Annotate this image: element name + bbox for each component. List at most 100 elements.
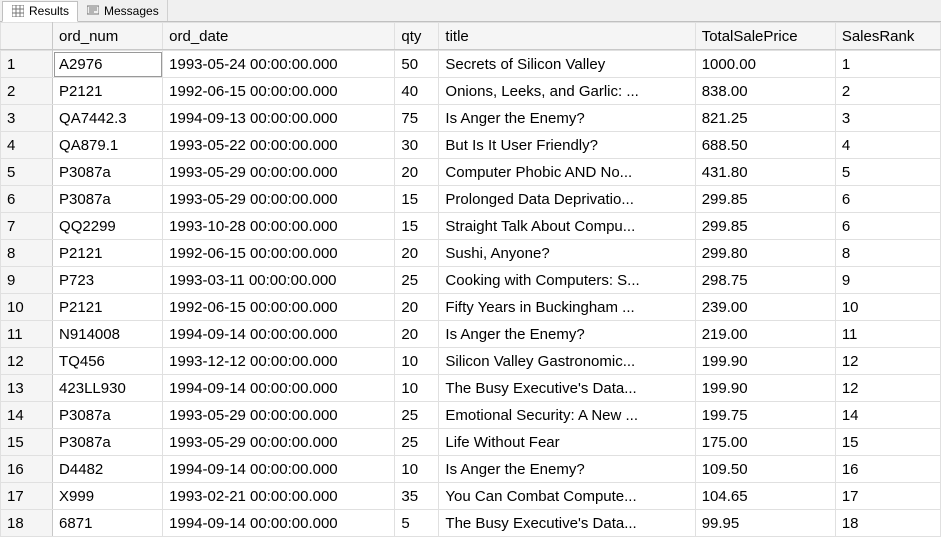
cell-SalesRank[interactable]: 9 [835,267,940,294]
cell-title[interactable]: Is Anger the Enemy? [439,105,695,132]
cell-title[interactable]: Prolonged Data Deprivatio... [439,186,695,213]
cell-qty[interactable]: 20 [395,159,439,186]
cell-TotalSalePrice[interactable]: 219.00 [695,321,835,348]
cell-TotalSalePrice[interactable]: 239.00 [695,294,835,321]
cell-SalesRank[interactable]: 3 [835,105,940,132]
cell-title[interactable]: Secrets of Silicon Valley [439,51,695,78]
cell-TotalSalePrice[interactable]: 299.85 [695,186,835,213]
cell-SalesRank[interactable]: 2 [835,78,940,105]
cell-qty[interactable]: 40 [395,78,439,105]
cell-ord_num[interactable]: P723 [53,267,163,294]
cell-ord_num[interactable]: P3087a [53,186,163,213]
cell-title[interactable]: The Busy Executive's Data... [439,375,695,402]
cell-ord_num[interactable]: P2121 [53,294,163,321]
cell-title[interactable]: But Is It User Friendly? [439,132,695,159]
row-number[interactable]: 5 [1,159,53,186]
cell-title[interactable]: Cooking with Computers: S... [439,267,695,294]
cell-ord_date[interactable]: 1994-09-13 00:00:00.000 [163,105,395,132]
col-rownum[interactable] [1,23,53,50]
table-row[interactable]: 11N9140081994-09-14 00:00:00.00020Is Ang… [1,321,941,348]
cell-TotalSalePrice[interactable]: 199.90 [695,375,835,402]
row-number[interactable]: 13 [1,375,53,402]
table-row[interactable]: 3QA7442.31994-09-13 00:00:00.00075Is Ang… [1,105,941,132]
cell-title[interactable]: Is Anger the Enemy? [439,456,695,483]
row-number[interactable]: 8 [1,240,53,267]
cell-ord_num[interactable]: D4482 [53,456,163,483]
cell-TotalSalePrice[interactable]: 1000.00 [695,51,835,78]
cell-SalesRank[interactable]: 17 [835,483,940,510]
cell-ord_num[interactable]: 6871 [53,510,163,537]
cell-title[interactable]: You Can Combat Compute... [439,483,695,510]
cell-qty[interactable]: 10 [395,456,439,483]
cell-qty[interactable]: 25 [395,429,439,456]
cell-title[interactable]: Silicon Valley Gastronomic... [439,348,695,375]
table-row[interactable]: 1A29761993-05-24 00:00:00.00050Secrets o… [1,51,941,78]
col-qty[interactable]: qty [395,23,439,50]
cell-qty[interactable]: 30 [395,132,439,159]
table-row[interactable]: 12TQ4561993-12-12 00:00:00.00010Silicon … [1,348,941,375]
table-row[interactable]: 5P3087a1993-05-29 00:00:00.00020Computer… [1,159,941,186]
col-ord_date[interactable]: ord_date [163,23,395,50]
cell-TotalSalePrice[interactable]: 199.90 [695,348,835,375]
table-row[interactable]: 16D44821994-09-14 00:00:00.00010Is Anger… [1,456,941,483]
cell-SalesRank[interactable]: 14 [835,402,940,429]
cell-ord_num[interactable]: X999 [53,483,163,510]
table-row[interactable]: 1868711994-09-14 00:00:00.0005The Busy E… [1,510,941,537]
row-number[interactable]: 1 [1,51,53,78]
cell-qty[interactable]: 15 [395,213,439,240]
row-number[interactable]: 18 [1,510,53,537]
cell-SalesRank[interactable]: 6 [835,186,940,213]
cell-ord_date[interactable]: 1994-09-14 00:00:00.000 [163,321,395,348]
table-row[interactable]: 14P3087a1993-05-29 00:00:00.00025Emotion… [1,402,941,429]
cell-title[interactable]: Emotional Security: A New ... [439,402,695,429]
row-number[interactable]: 9 [1,267,53,294]
cell-ord_num[interactable]: 423LL930 [53,375,163,402]
col-total-sale-price[interactable]: TotalSalePrice [695,23,835,50]
cell-SalesRank[interactable]: 11 [835,321,940,348]
table-row[interactable]: 17X9991993-02-21 00:00:00.00035You Can C… [1,483,941,510]
cell-TotalSalePrice[interactable]: 109.50 [695,456,835,483]
cell-qty[interactable]: 20 [395,321,439,348]
cell-TotalSalePrice[interactable]: 99.95 [695,510,835,537]
cell-ord_date[interactable]: 1994-09-14 00:00:00.000 [163,510,395,537]
row-number[interactable]: 11 [1,321,53,348]
cell-ord_date[interactable]: 1993-05-24 00:00:00.000 [163,51,395,78]
row-number[interactable]: 2 [1,78,53,105]
cell-ord_num[interactable]: QA879.1 [53,132,163,159]
cell-ord_date[interactable]: 1993-05-29 00:00:00.000 [163,159,395,186]
cell-ord_num[interactable]: P3087a [53,429,163,456]
cell-ord_num[interactable]: P3087a [53,402,163,429]
cell-TotalSalePrice[interactable]: 688.50 [695,132,835,159]
table-row[interactable]: 2P21211992-06-15 00:00:00.00040Onions, L… [1,78,941,105]
cell-ord_num[interactable]: P2121 [53,240,163,267]
cell-title[interactable]: Is Anger the Enemy? [439,321,695,348]
cell-qty[interactable]: 25 [395,267,439,294]
cell-SalesRank[interactable]: 1 [835,51,940,78]
cell-ord_num[interactable]: P2121 [53,78,163,105]
cell-qty[interactable]: 10 [395,375,439,402]
cell-ord_num[interactable]: A2976 [53,51,163,78]
table-row[interactable]: 15P3087a1993-05-29 00:00:00.00025Life Wi… [1,429,941,456]
results-grid[interactable]: ord_num ord_date qty title TotalSalePric… [0,22,941,537]
row-number[interactable]: 4 [1,132,53,159]
cell-TotalSalePrice[interactable]: 299.85 [695,213,835,240]
cell-title[interactable]: Computer Phobic AND No... [439,159,695,186]
cell-TotalSalePrice[interactable]: 838.00 [695,78,835,105]
cell-TotalSalePrice[interactable]: 199.75 [695,402,835,429]
cell-title[interactable]: Onions, Leeks, and Garlic: ... [439,78,695,105]
cell-title[interactable]: Sushi, Anyone? [439,240,695,267]
row-number[interactable]: 7 [1,213,53,240]
cell-ord_num[interactable]: N914008 [53,321,163,348]
cell-SalesRank[interactable]: 15 [835,429,940,456]
cell-qty[interactable]: 5 [395,510,439,537]
cell-ord_date[interactable]: 1993-03-11 00:00:00.000 [163,267,395,294]
col-ord_num[interactable]: ord_num [53,23,163,50]
cell-ord_num[interactable]: QQ2299 [53,213,163,240]
col-title[interactable]: title [439,23,695,50]
row-number[interactable]: 15 [1,429,53,456]
table-row[interactable]: 6P3087a1993-05-29 00:00:00.00015Prolonge… [1,186,941,213]
row-number[interactable]: 14 [1,402,53,429]
cell-qty[interactable]: 25 [395,402,439,429]
cell-TotalSalePrice[interactable]: 175.00 [695,429,835,456]
table-row[interactable]: 13423LL9301994-09-14 00:00:00.00010The B… [1,375,941,402]
